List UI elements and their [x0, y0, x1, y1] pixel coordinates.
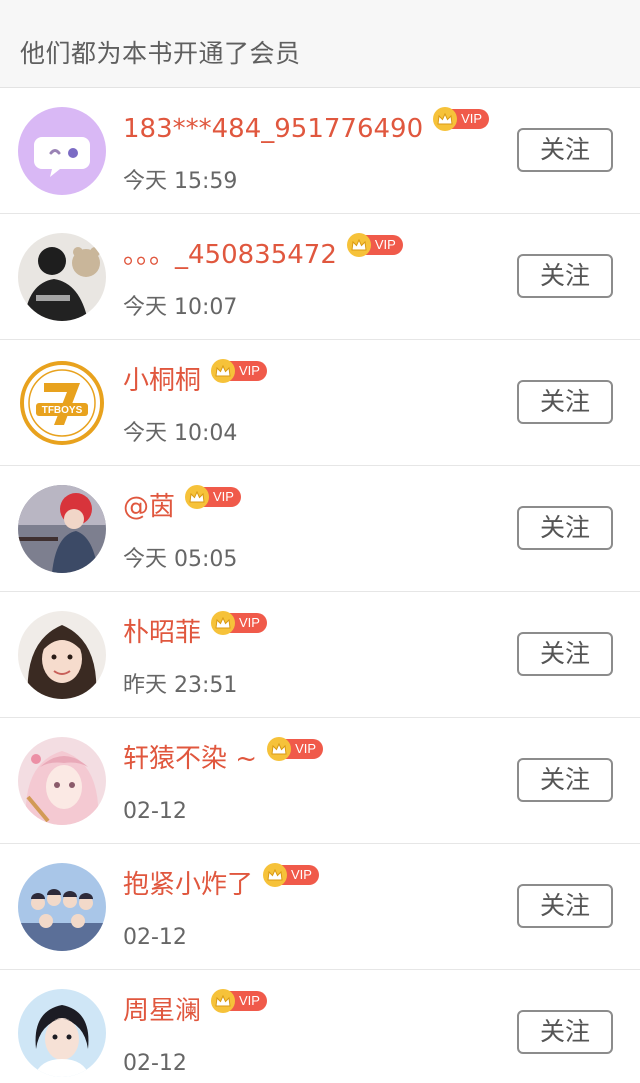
avatar[interactable] — [18, 485, 106, 573]
chat-bubble-icon — [18, 107, 106, 195]
member-name[interactable]: 朴昭菲 — [123, 616, 201, 650]
crown-icon — [211, 359, 236, 383]
member-name[interactable]: @茵 — [123, 490, 175, 524]
list-item[interactable]: TFBOYS 小桐桐 VIP 今天 10:04 关注 — [0, 340, 640, 466]
avatar[interactable] — [18, 611, 106, 699]
vip-badge: VIP — [211, 989, 267, 1013]
join-time: 今天 10:04 — [123, 421, 238, 446]
person-photo-icon — [18, 989, 106, 1077]
list-item[interactable]: @茵 VIP 今天 05:05 关注 — [0, 466, 640, 592]
follow-button[interactable]: 关注 — [517, 632, 613, 676]
tfboys-logo-text: TFBOYS — [42, 405, 83, 416]
follow-button[interactable]: 关注 — [517, 1010, 613, 1054]
avatar[interactable] — [18, 107, 106, 195]
avatar[interactable] — [18, 737, 106, 825]
join-time: 02-12 — [123, 925, 187, 950]
crown-icon — [211, 611, 236, 635]
vip-badge: VIP — [267, 737, 324, 761]
avatar[interactable] — [18, 989, 106, 1077]
crown-icon — [267, 737, 292, 761]
member-name[interactable]: 。。。_450835472 — [123, 238, 337, 272]
crown-icon — [211, 989, 236, 1013]
list-item[interactable]: 。。。_450835472 VIP 今天 10:07 关注 — [0, 214, 640, 340]
crown-icon — [263, 863, 288, 887]
crown-icon — [346, 233, 371, 257]
join-time: 今天 10:07 — [123, 295, 238, 320]
crown-icon — [433, 107, 458, 131]
vip-badge: VIP — [185, 485, 241, 509]
follow-button[interactable]: 关注 — [517, 506, 613, 550]
vip-badge: VIP — [211, 359, 267, 383]
vip-badge: VIP — [433, 107, 490, 131]
member-list: 183***484_951776490 VIP 今天 15:59 关注 。。。_… — [0, 88, 640, 1083]
avatar[interactable] — [18, 233, 106, 321]
avatar[interactable] — [18, 863, 106, 951]
list-item[interactable]: 抱紧小炸了 VIP 02-12 关注 — [0, 844, 640, 970]
member-name[interactable]: 周星澜 — [123, 994, 201, 1028]
join-time: 今天 15:59 — [123, 169, 238, 194]
member-name[interactable]: 抱紧小炸了 — [123, 868, 253, 902]
vip-badge: VIP — [263, 863, 319, 887]
person-photo-icon — [18, 485, 106, 573]
vip-badge: VIP — [211, 611, 267, 635]
follow-button[interactable]: 关注 — [517, 884, 613, 928]
group-photo-icon — [18, 863, 106, 951]
list-item[interactable]: 周星澜 VIP 02-12 关注 — [0, 970, 640, 1083]
tfboys-logo-icon: TFBOYS — [18, 359, 106, 447]
list-item[interactable]: 183***484_951776490 VIP 今天 15:59 关注 — [0, 88, 640, 214]
avatar[interactable]: TFBOYS — [18, 359, 106, 447]
crown-icon — [185, 485, 210, 509]
join-time: 昨天 23:51 — [123, 673, 238, 698]
follow-button[interactable]: 关注 — [517, 254, 613, 298]
member-name[interactable]: 小桐桐 — [123, 364, 201, 398]
member-name[interactable]: 183***484_951776490 — [123, 112, 423, 146]
list-item[interactable]: 轩猿不染 ~ VIP 02-12 关注 — [0, 718, 640, 844]
follow-button[interactable]: 关注 — [517, 758, 613, 802]
join-time: 今天 05:05 — [123, 547, 238, 572]
vip-badge: VIP — [346, 233, 403, 257]
join-time: 02-12 — [123, 1051, 187, 1076]
page-title: 他们都为本书开通了会员 — [20, 39, 301, 68]
member-name[interactable]: 轩猿不染 ~ — [123, 742, 257, 776]
join-time: 02-12 — [123, 799, 187, 824]
person-photo-icon — [18, 233, 106, 321]
follow-button[interactable]: 关注 — [517, 380, 613, 424]
anime-character-icon — [18, 737, 106, 825]
list-item[interactable]: 朴昭菲 VIP 昨天 23:51 关注 — [0, 592, 640, 718]
follow-button[interactable]: 关注 — [517, 128, 613, 172]
person-photo-icon — [18, 611, 106, 699]
page-header: 他们都为本书开通了会员 — [0, 0, 640, 88]
